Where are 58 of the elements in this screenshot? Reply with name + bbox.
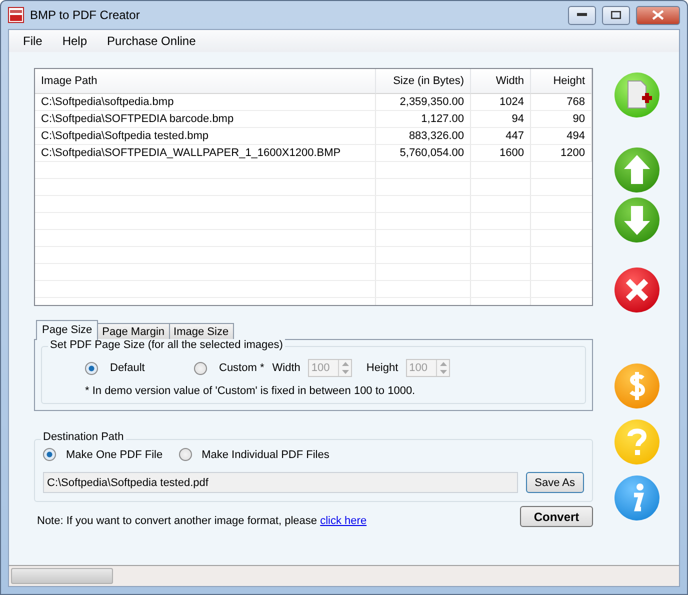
delete-icon[interactable] [614, 267, 660, 313]
add-file-icon[interactable] [614, 72, 660, 118]
group-title: Set PDF Page Size (for all the selected images) [48, 339, 285, 351]
table-cell: 447 [471, 128, 531, 145]
click-here-link[interactable]: click here [320, 514, 367, 526]
demo-note: * In demo version value of 'Custom' is fixed in between 100 to 1000. [85, 385, 416, 397]
table-cell: 1024 [471, 94, 531, 111]
arrow-up-icon[interactable] [614, 147, 660, 193]
save-as-button[interactable]: Save As [526, 472, 584, 493]
maximize-button[interactable] [602, 6, 630, 24]
table-cell: 494 [531, 128, 592, 145]
arrow-down-icon[interactable] [614, 197, 660, 243]
table-cell: 883,326.00 [376, 128, 471, 145]
table-cell: 2,359,350.00 [376, 94, 471, 111]
dollar-icon[interactable] [614, 363, 660, 409]
maximize-icon [611, 11, 621, 19]
tab[interactable]: Page Size [36, 320, 98, 340]
radio-button[interactable] [178, 448, 192, 461]
radio-label: Default [110, 362, 146, 374]
menu-item[interactable]: File [15, 32, 50, 50]
app-icon [8, 7, 24, 23]
radio-button[interactable] [85, 362, 98, 374]
convert-button[interactable]: Convert [520, 506, 593, 527]
width-label: Width [272, 362, 300, 374]
down-arrow-icon[interactable] [342, 370, 349, 374]
window-title: BMP to PDF Creator [30, 8, 141, 22]
column-header[interactable]: Image Path [35, 69, 376, 94]
table-cell: C:\Softpedia\softpedia.bmp [35, 94, 376, 111]
up-arrow-icon[interactable] [440, 362, 447, 366]
note-text: Note: If you want to convert another image format, please click here [37, 514, 367, 526]
tab[interactable]: Image Size [168, 323, 234, 340]
table-cell: 90 [531, 111, 592, 128]
radio-button[interactable] [194, 362, 207, 374]
table-cell: 94 [471, 111, 531, 128]
up-arrow-icon[interactable] [342, 362, 349, 366]
table-cell: C:\Softpedia\SOFTPEDIA barcode.bmp [35, 111, 376, 128]
down-arrow-icon[interactable] [440, 370, 447, 374]
minimize-button[interactable] [568, 6, 596, 24]
tab[interactable]: Page Margin [97, 323, 170, 340]
column-header[interactable]: Size (in Bytes) [376, 69, 471, 94]
table-cell: 768 [531, 94, 592, 111]
table-cell: 1,127.00 [376, 111, 471, 128]
menu-item[interactable]: Purchase Online [99, 32, 204, 50]
output-path-field[interactable]: C:\Softpedia\Softpedia tested.pdf [43, 472, 518, 493]
radio-label: Make Individual PDF Files [202, 448, 330, 460]
height-label: Height [366, 362, 398, 374]
menu-item[interactable]: Help [54, 32, 96, 50]
column-header[interactable]: Height [531, 69, 592, 94]
radio-button[interactable] [43, 448, 56, 461]
table-cell: C:\Softpedia\Softpedia tested.bmp [35, 128, 376, 145]
close-button[interactable] [636, 6, 680, 24]
info-icon[interactable] [614, 475, 660, 521]
group-title: Destination Path [41, 431, 126, 443]
radio-label: Custom * [219, 362, 264, 374]
column-header[interactable]: Width [471, 69, 531, 94]
close-icon [652, 10, 664, 20]
radio-label: Make One PDF File [66, 448, 163, 460]
minimize-icon [577, 13, 587, 17]
